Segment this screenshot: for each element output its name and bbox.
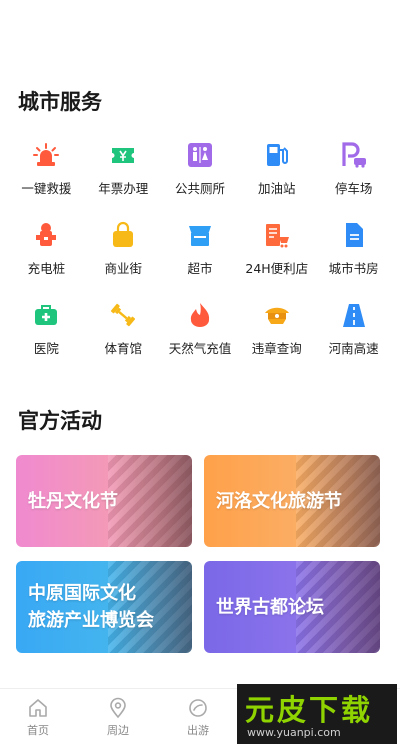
service-item[interactable]: 公共厕所 [162, 140, 239, 196]
activity-title-line: 中原国际文化 [28, 583, 136, 604]
service-item[interactable]: 体育馆 [85, 300, 162, 356]
service-label: 河南高速 [328, 341, 379, 356]
supermarket-icon [185, 220, 215, 250]
ticket-icon [108, 140, 138, 170]
service-label: 年票办理 [98, 181, 149, 196]
parking-icon [339, 140, 369, 170]
service-item[interactable]: 加油站 [238, 140, 315, 196]
service-label: 天然气充值 [168, 341, 232, 356]
activity-title: 中原国际文化 旅游产业博览会 [28, 561, 154, 653]
police-cap-icon [262, 300, 292, 330]
fuel-pump-icon [262, 140, 292, 170]
activity-card[interactable]: 世界古都论坛 [204, 561, 380, 653]
service-item[interactable]: 24H便利店 [238, 220, 315, 276]
activity-title-line: 牡丹文化节 [28, 490, 118, 512]
watermark: 元皮下载 www.yuanpi.com [237, 684, 397, 744]
service-label: 体育馆 [104, 341, 142, 356]
shopping-bag-icon [108, 220, 138, 250]
document-icon [339, 220, 369, 250]
tab-travel[interactable]: 出游 [178, 697, 218, 738]
dumbbell-icon [108, 300, 138, 330]
tab-home-label: 首页 [27, 724, 49, 737]
service-item[interactable]: 城市书房 [315, 220, 392, 276]
charging-pile-icon [31, 220, 61, 250]
city-services-title: 城市服务 [18, 90, 102, 114]
restroom-icon [185, 140, 215, 170]
activity-title-line: 河洛文化旅游节 [216, 490, 342, 512]
service-label: 违章查询 [251, 341, 302, 356]
activity-title-line: 世界古都论坛 [216, 596, 324, 618]
service-label: 24H便利店 [245, 261, 309, 276]
service-item[interactable]: 充电桩 [8, 220, 85, 276]
service-item[interactable]: 河南高速 [315, 300, 392, 356]
location-pin-icon [110, 697, 126, 719]
activity-title: 牡丹文化节 [28, 455, 118, 547]
service-label: 停车场 [334, 181, 373, 196]
service-item[interactable]: 超市 [162, 220, 239, 276]
service-label: 公共厕所 [174, 181, 225, 196]
convenience-store-icon [262, 220, 292, 250]
activities-title: 官方活动 [18, 409, 102, 433]
flame-icon [185, 300, 215, 330]
tab-travel-label: 出游 [187, 724, 209, 737]
service-label: 充电桩 [27, 261, 66, 276]
service-item[interactable]: 一键救援 [8, 140, 85, 196]
activity-cards: 牡丹文化节 河洛文化旅游节中原国际文化 旅游产业博览会 世界古都论坛 [16, 455, 380, 653]
service-item[interactable]: 违章查询 [238, 300, 315, 356]
service-item[interactable]: 年票办理 [85, 140, 162, 196]
activity-card[interactable]: 牡丹文化节 [16, 455, 192, 547]
watermark-url: www.yuanpi.com [247, 726, 341, 739]
siren-icon [31, 140, 61, 170]
compass-icon [189, 699, 207, 717]
service-label: 一键救援 [21, 181, 72, 196]
tab-home[interactable]: 首页 [18, 697, 58, 738]
service-label: 加油站 [258, 181, 296, 196]
service-item[interactable]: 商业街 [85, 220, 162, 276]
highway-icon [339, 300, 369, 330]
service-item[interactable]: 天然气充值 [162, 300, 239, 356]
service-item[interactable]: 医院 [8, 300, 85, 356]
service-item[interactable]: 停车场 [315, 140, 392, 196]
activity-photo [107, 455, 192, 547]
activity-card[interactable]: 中原国际文化 旅游产业博览会 [16, 561, 192, 653]
service-label: 城市书房 [328, 261, 379, 276]
service-label: 商业街 [104, 261, 142, 276]
home-icon [29, 699, 47, 717]
activity-card[interactable]: 河洛文化旅游节 [204, 455, 380, 547]
service-label: 超市 [187, 261, 213, 276]
activity-title: 世界古都论坛 [216, 561, 324, 653]
activity-title: 河洛文化旅游节 [216, 455, 342, 547]
tab-nearby[interactable]: 周边 [98, 697, 138, 738]
service-label: 医院 [33, 341, 59, 356]
service-grid: 一键救援 年票办理 公共厕所 加油站 停车场充电桩 商业街 超市 24H便利店 城市书房医院 体育… [8, 140, 392, 356]
tab-nearby-label: 周边 [107, 724, 129, 737]
watermark-logo-text: 元皮下载 [245, 693, 374, 727]
hospital-icon [31, 300, 61, 330]
activity-title-line: 旅游产业博览会 [28, 610, 154, 631]
